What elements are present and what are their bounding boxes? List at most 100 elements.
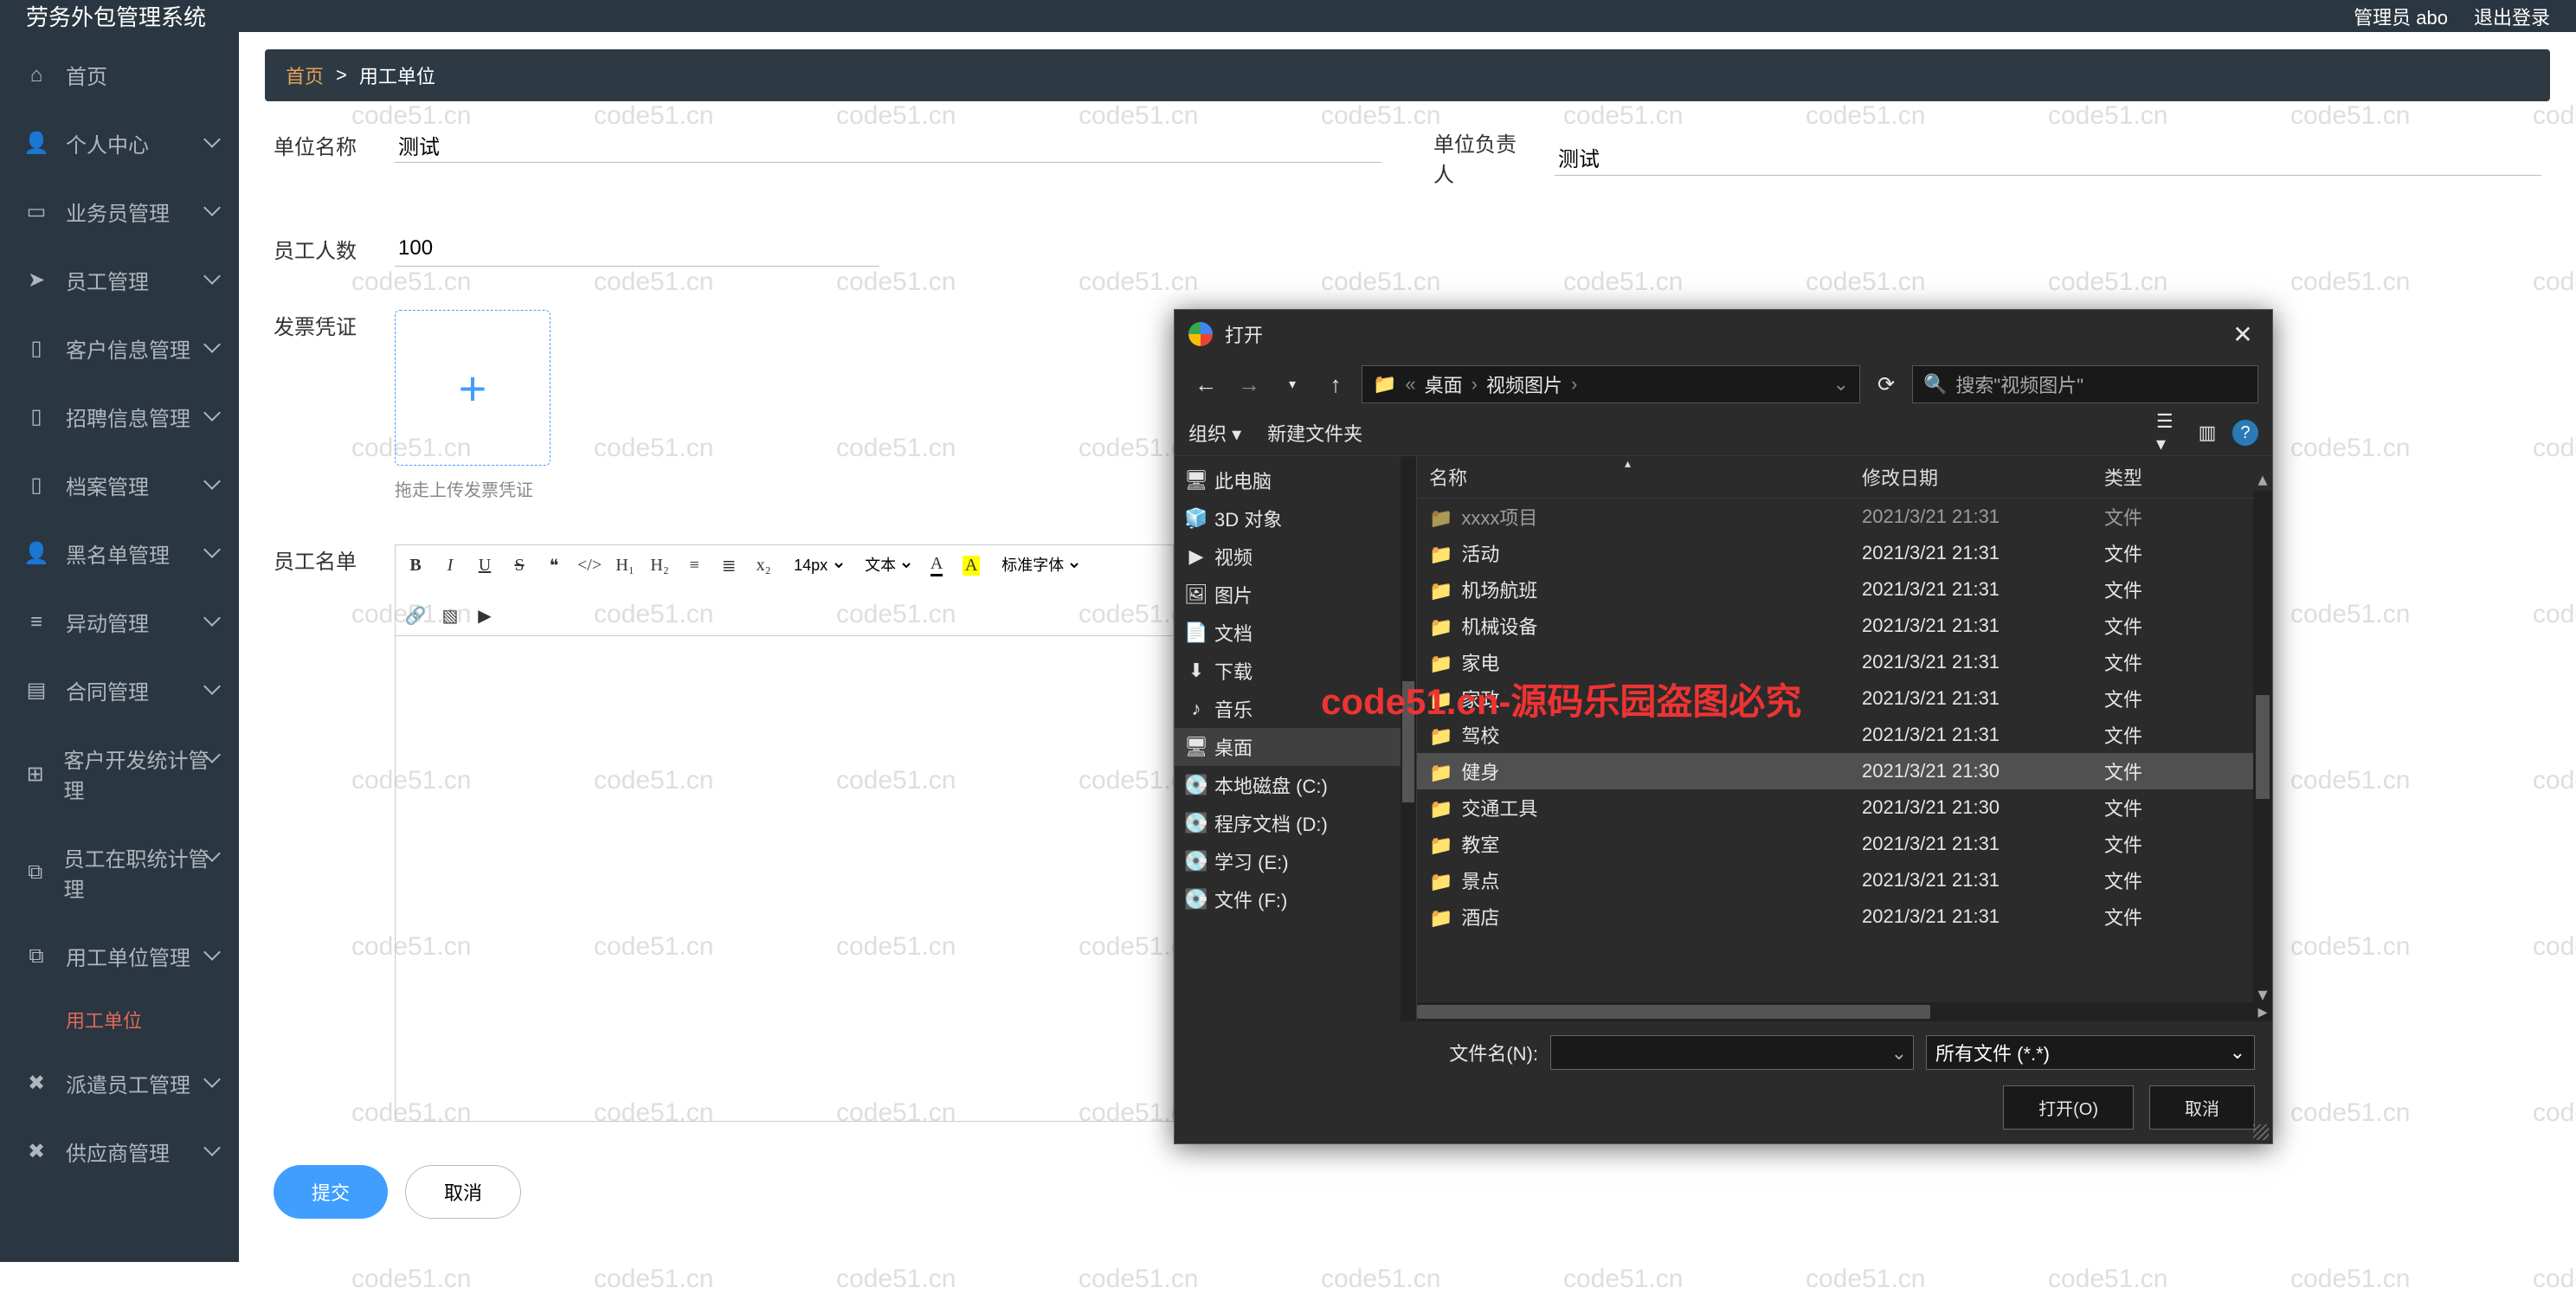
tree-item-0[interactable]: 🖥此电脑 [1175,461,1416,499]
strike-button[interactable]: S [508,552,531,578]
sidebar-item-10[interactable]: ⊞客户开发统计管理 [0,724,239,823]
path-bar[interactable]: 📁 « 桌面 › 视频图片 › ⌄ [1362,365,1860,403]
view-list-icon[interactable]: ☰ ▾ [2156,420,2182,446]
file-row[interactable]: 📁酒店2021/3/21 21:31文件 [1417,898,2272,935]
sidebar-item-14[interactable]: ✖供应商管理 [0,1117,239,1186]
tree-item-10[interactable]: 💽学习 (E:) [1175,842,1416,880]
view-detail-icon[interactable]: ▥ [2194,420,2220,446]
sidebar-item-3[interactable]: ➤员工管理 [0,246,239,314]
sidebar-item-5[interactable]: ▯招聘信息管理 [0,383,239,451]
file-row[interactable]: 📁xxxx项目2021/3/21 21:31文件 [1417,499,2272,535]
cancel-button[interactable]: 取消 [405,1165,521,1219]
tree-item-11[interactable]: 💽文件 (F:) [1175,880,1416,918]
scroll-up-icon[interactable]: ▴ [2253,470,2272,489]
path-crumb-1[interactable]: 视频图片 [1486,370,1562,398]
scroll-down-icon[interactable]: ▾ [2253,985,2272,1004]
list-ol-button[interactable]: ≡ [683,552,705,578]
font-family-select[interactable]: 标准字体 [995,554,1081,576]
help-icon[interactable]: ? [2232,420,2258,446]
sidebar-item-8[interactable]: ≡异动管理 [0,588,239,656]
editor-body[interactable] [396,636,1173,1121]
dialog-cancel-button[interactable]: 取消 [2149,1085,2255,1130]
sidebar-item-4[interactable]: ▯客户信息管理 [0,314,239,383]
file-row[interactable]: 📁健身2021/3/21 21:30文件 [1417,753,2272,789]
file-row[interactable]: 📁驾校2021/3/21 21:31文件 [1417,717,2272,753]
tree-item-9[interactable]: 💽程序文档 (D:) [1175,804,1416,842]
list-ul-button[interactable]: ≣ [718,552,740,578]
sidebar-item-1[interactable]: 👤个人中心 [0,109,239,177]
open-button[interactable]: 打开(O) [2003,1085,2134,1130]
sidebar-item-9[interactable]: ▤合同管理 [0,656,239,724]
sidebar-item-13[interactable]: ✖派遣员工管理 [0,1049,239,1117]
file-row[interactable]: 📁家政2021/3/21 21:31文件 [1417,680,2272,717]
forward-button[interactable]: → [1232,367,1266,402]
admin-label[interactable]: 管理员 abo [2354,3,2448,30]
path-dropdown-icon[interactable]: ⌄ [1833,373,1849,396]
tree-item-8[interactable]: 💽本地磁盘 (C:) [1175,766,1416,804]
tree-item-6[interactable]: ♪音乐 [1175,690,1416,728]
font-size-select[interactable]: 14px [787,554,846,576]
disk-icon: 💽 [1187,774,1206,796]
sidebar-item-0[interactable]: ⌂首页 [0,41,239,109]
sidebar-item-6[interactable]: ▯档案管理 [0,451,239,519]
link-button[interactable]: 🔗 [404,602,427,628]
logout-link[interactable]: 退出登录 [2474,3,2550,30]
breadcrumb-home[interactable]: 首页 [286,61,324,89]
h1-button[interactable]: H₁ [614,552,636,578]
close-button[interactable]: ✕ [2227,319,2258,350]
sidebar-sub-active[interactable]: 用工单位 [0,990,239,1049]
unit-person-input[interactable] [1555,140,2541,176]
file-row[interactable]: 📁机械设备2021/3/21 21:31文件 [1417,608,2272,644]
new-folder-button[interactable]: 新建文件夹 [1267,419,1362,447]
tree-item-1[interactable]: 🧊3D 对象 [1175,499,1416,538]
col-date[interactable]: 修改日期 [1862,463,2104,491]
sidebar-item-7[interactable]: 👤黑名单管理 [0,519,239,588]
video-button[interactable]: ▶ [473,602,496,628]
col-name[interactable]: 名称 [1429,463,1862,491]
file-filter-select[interactable]: 所有文件 (*.*)⌄ [1926,1035,2255,1070]
submit-button[interactable]: 提交 [274,1165,388,1219]
font-color-button[interactable]: A [925,552,948,578]
staff-count-input[interactable] [395,231,879,267]
recent-button[interactable]: ▾ [1275,367,1310,402]
italic-button[interactable]: I [439,552,461,578]
bg-color-button[interactable]: A [960,552,982,578]
filename-input[interactable] [1550,1035,1914,1070]
sidebar-item-12[interactable]: ⧉用工单位管理 [0,922,239,990]
filename-dropdown-icon[interactable]: ⌄ [1891,1042,1907,1065]
file-row[interactable]: 📁教室2021/3/21 21:31文件 [1417,826,2272,862]
refresh-button[interactable]: ⟳ [1869,372,1903,397]
tree-item-5[interactable]: ⬇下载 [1175,652,1416,690]
tree-item-7[interactable]: 🖥桌面 [1175,728,1416,766]
upload-box[interactable]: + [395,310,551,466]
tree-item-4[interactable]: 📄文档 [1175,614,1416,652]
col-type[interactable]: 类型 [2104,463,2191,491]
file-row[interactable]: 📁机场航班2021/3/21 21:31文件 [1417,571,2272,608]
bold-button[interactable]: B [404,552,427,578]
underline-button[interactable]: U [473,552,496,578]
file-row[interactable]: 📁活动2021/3/21 21:31文件 [1417,535,2272,571]
h-scrollbar[interactable]: ◂ ▸ [1417,1002,2272,1021]
file-row[interactable]: 📁景点2021/3/21 21:31文件 [1417,862,2272,898]
path-crumb-0[interactable]: 桌面 [1425,370,1463,398]
resize-grip[interactable] [2253,1124,2269,1140]
tree-item-2[interactable]: ▶视频 [1175,538,1416,576]
file-row[interactable]: 📁家电2021/3/21 21:31文件 [1417,644,2272,680]
unit-name-input[interactable] [395,127,1381,163]
search-input[interactable]: 🔍 搜索"视频图片" [1912,365,2258,403]
sidebar-item-11[interactable]: ⧉员工在职统计管理 [0,823,239,922]
quote-button[interactable]: ❝ [543,552,565,578]
file-row[interactable]: 📁交通工具2021/3/21 21:30文件 [1417,789,2272,826]
back-button[interactable]: ← [1188,367,1223,402]
h2-button[interactable]: H₂ [648,552,671,578]
organize-menu[interactable]: 组织 ▾ [1188,419,1241,447]
code-button[interactable]: </> [577,552,602,578]
image-button[interactable]: ▧ [439,602,461,628]
sidebar-item-2[interactable]: ▭业务员管理 [0,177,239,246]
font-style-select[interactable]: 文本 [858,554,913,576]
tree-item-3[interactable]: 🖼图片 [1175,576,1416,614]
tree-scrollbar[interactable] [1401,456,1416,1021]
v-scrollbar[interactable]: ▴ ▾ [2253,491,2272,1002]
subscript-button[interactable]: x₂ [752,552,775,578]
up-button[interactable]: ↑ [1318,367,1353,402]
